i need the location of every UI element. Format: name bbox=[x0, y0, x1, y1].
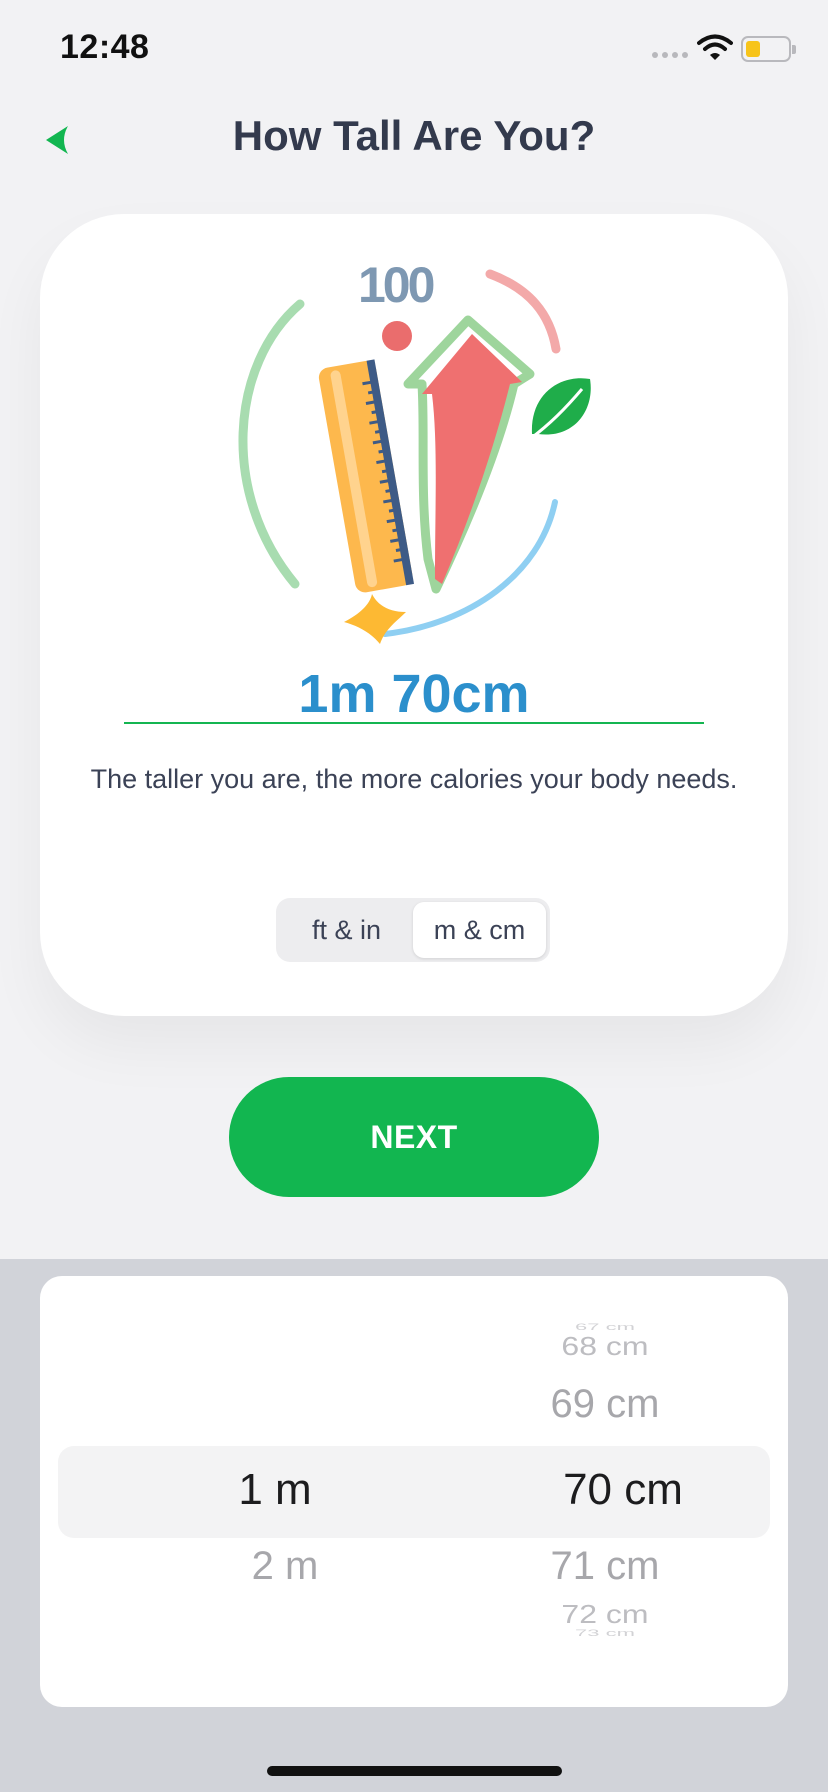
status-time: 12:48 bbox=[60, 28, 150, 66]
battery-cap bbox=[792, 45, 796, 54]
height-picker: 1 m 2 m 67 cm 68 cm 69 cm 70 cm 71 cm 72… bbox=[40, 1276, 788, 1707]
picker-cm-selected[interactable]: 70 cm bbox=[498, 1465, 748, 1515]
height-description: The taller you are, the more calories yo… bbox=[90, 764, 738, 794]
home-indicator bbox=[267, 1766, 562, 1776]
page-title: How Tall Are You? bbox=[232, 112, 596, 159]
height-card: 100 1m 70cm The taller you are, the more… bbox=[40, 214, 788, 1016]
picker-cm-item[interactable]: 73 cm bbox=[480, 1628, 730, 1638]
picker-cm-item[interactable]: 71 cm bbox=[480, 1544, 730, 1589]
picker-cm-item[interactable]: 72 cm bbox=[480, 1600, 730, 1630]
status-bar: 12:48 bbox=[0, 0, 828, 100]
picker-cm-item[interactable]: 69 cm bbox=[480, 1382, 730, 1427]
picker-cm-item[interactable]: 67 cm bbox=[480, 1322, 730, 1332]
badge-100: 100 bbox=[358, 257, 434, 313]
picker-meter-selected[interactable]: 1 m bbox=[160, 1465, 390, 1515]
height-illustration: 100 bbox=[238, 257, 591, 644]
picker-meter-item[interactable]: 2 m bbox=[170, 1544, 400, 1589]
cellular-signal-icon bbox=[652, 52, 688, 58]
height-picker-sheet: 1 m 2 m 67 cm 68 cm 69 cm 70 cm 71 cm 72… bbox=[0, 1259, 828, 1792]
wifi-icon bbox=[697, 34, 733, 60]
picker-cm-item[interactable]: 68 cm bbox=[480, 1332, 730, 1362]
unit-option-m-cm[interactable]: m & cm bbox=[413, 902, 546, 958]
unit-option-ft-in[interactable]: ft & in bbox=[280, 902, 413, 958]
next-button[interactable]: NEXT bbox=[229, 1077, 599, 1197]
unit-segmented-control: ft & in m & cm bbox=[276, 898, 550, 962]
battery-icon bbox=[741, 36, 791, 62]
height-value[interactable]: 1m 70cm bbox=[124, 666, 704, 724]
